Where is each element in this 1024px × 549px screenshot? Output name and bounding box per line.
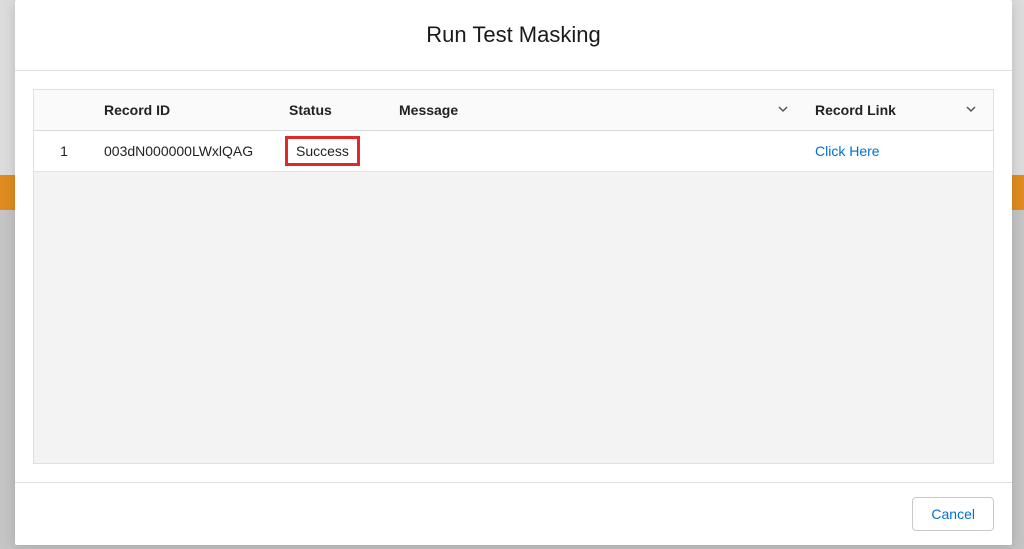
modal-header: Run Test Masking bbox=[15, 0, 1012, 71]
cell-link-pad bbox=[955, 131, 993, 172]
results-table: Record ID Status Message Record Link bbox=[34, 90, 993, 172]
cell-status: Success bbox=[279, 131, 389, 172]
col-header-message-menu[interactable] bbox=[767, 90, 805, 131]
modal-title: Run Test Masking bbox=[15, 22, 1012, 48]
status-highlight: Success bbox=[285, 136, 360, 166]
table-header-row: Record ID Status Message Record Link bbox=[34, 90, 993, 131]
col-header-status[interactable]: Status bbox=[279, 90, 389, 131]
col-header-record-link-menu[interactable] bbox=[955, 90, 993, 131]
modal-body: Record ID Status Message Record Link bbox=[15, 71, 1012, 482]
cancel-button[interactable]: Cancel bbox=[912, 497, 994, 531]
cell-record-id: 003dN000000LWxlQAG bbox=[94, 131, 279, 172]
chevron-down-icon bbox=[777, 103, 789, 115]
col-header-message[interactable]: Message bbox=[389, 90, 767, 131]
chevron-down-icon bbox=[965, 103, 977, 115]
col-header-index[interactable] bbox=[34, 90, 94, 131]
cell-index: 1 bbox=[34, 131, 94, 172]
cell-message-pad bbox=[767, 131, 805, 172]
modal-footer: Cancel bbox=[15, 482, 1012, 545]
col-header-record-link[interactable]: Record Link bbox=[805, 90, 955, 131]
record-link[interactable]: Click Here bbox=[815, 143, 880, 159]
run-test-masking-modal: Run Test Masking Record ID Status Messag… bbox=[15, 0, 1012, 545]
results-table-container: Record ID Status Message Record Link bbox=[33, 89, 994, 464]
cell-message bbox=[389, 131, 767, 172]
table-row: 1 003dN000000LWxlQAG Success Click Here bbox=[34, 131, 993, 172]
col-header-record-id[interactable]: Record ID bbox=[94, 90, 279, 131]
cell-record-link: Click Here bbox=[805, 131, 955, 172]
